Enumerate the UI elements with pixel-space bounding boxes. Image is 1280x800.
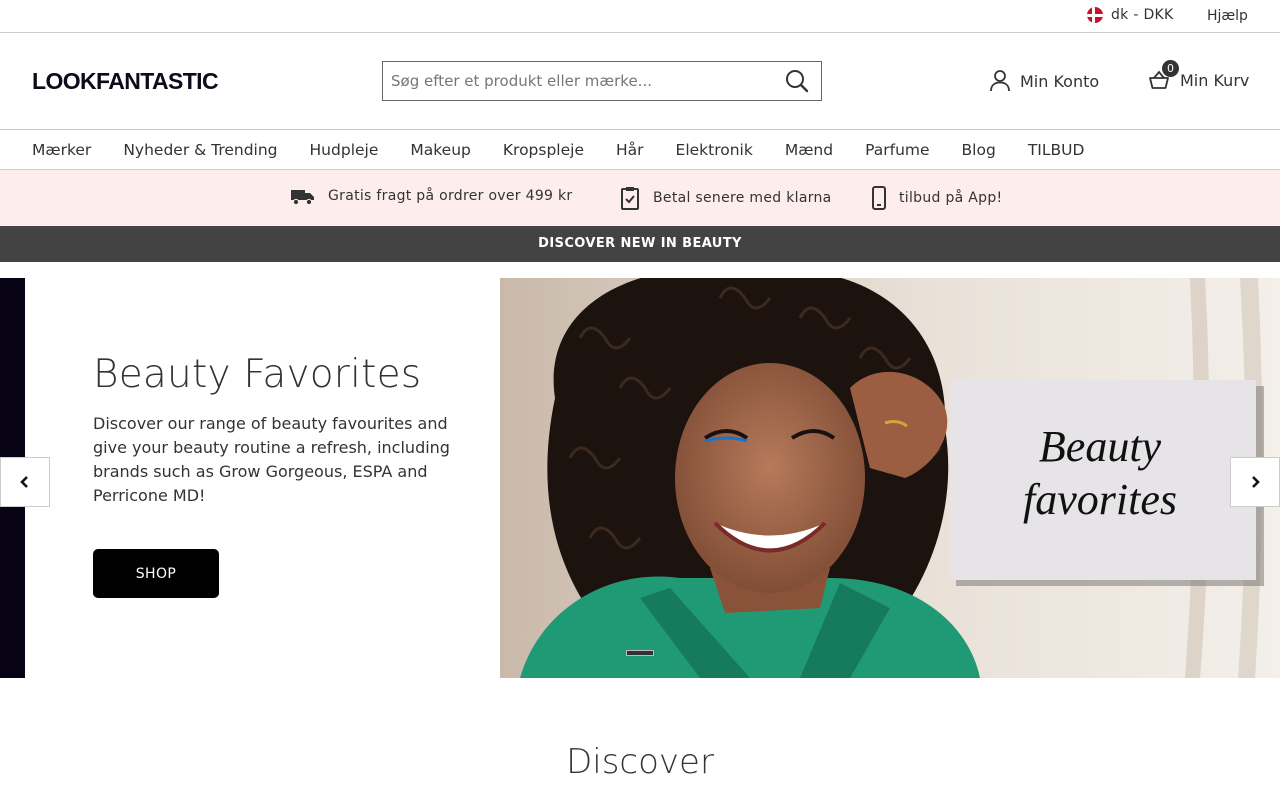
denmark-flag-icon (1087, 7, 1103, 23)
carousel-next-button[interactable] (1230, 457, 1280, 507)
search-icon (786, 70, 809, 93)
nav-item-haar[interactable]: Hår (600, 141, 660, 159)
search-bar (382, 61, 822, 101)
carousel-previous-button[interactable] (0, 457, 50, 507)
nav-item-nyheder-trending[interactable]: Nyheder & Trending (107, 141, 293, 159)
promo-free-shipping[interactable]: Gratis fragt på ordrer over 499 kr (291, 186, 572, 206)
site-logo[interactable]: LOOKFANTASTIC (32, 68, 219, 94)
account-link[interactable]: Min Konto (990, 70, 1099, 92)
user-icon (990, 70, 1010, 92)
hero-card-line1: Beauty (1039, 422, 1162, 471)
mobile-phone-icon (872, 186, 886, 210)
nav-item-makeup[interactable]: Makeup (394, 141, 487, 159)
locale-label: dk - DKK (1111, 7, 1174, 23)
nav-item-blog[interactable]: Blog (946, 141, 1012, 159)
main-navigation: Mærker Nyheder & Trending Hudpleje Makeu… (0, 130, 1280, 170)
chevron-right-icon (1252, 476, 1260, 488)
help-link[interactable]: Hjælp (1207, 8, 1248, 24)
nav-item-tilbud[interactable]: TILBUD (1012, 141, 1101, 159)
search-input[interactable] (383, 62, 773, 100)
nav-item-maerker[interactable]: Mærker (16, 141, 107, 159)
hero-card-line2: favorites (1023, 475, 1177, 524)
hero-carousel: Beauty Favorites Discover our range of b… (0, 278, 1280, 678)
clipboard-check-icon (620, 186, 640, 210)
nav-item-elektronik[interactable]: Elektronik (660, 141, 769, 159)
promo-app[interactable]: tilbud på App! (872, 186, 1002, 210)
promo-app-text: tilbud på App! (899, 190, 1003, 206)
hero-description: Discover our range of beauty favourites … (93, 414, 450, 505)
hero-title: Beauty Favorites (93, 352, 422, 397)
hero-image[interactable]: Beauty favorites (500, 278, 1280, 678)
basket-label: Min Kurv (1180, 70, 1250, 90)
search-button[interactable] (777, 62, 821, 100)
carousel-indicator[interactable] (626, 650, 654, 656)
nav-item-parfume[interactable]: Parfume (849, 141, 945, 159)
site-header: LOOKFANTASTIC Min Konto 0 Min Kurv (0, 33, 1280, 130)
account-label: Min Konto (1020, 71, 1100, 91)
promo-klarna-text: Betal senere med klarna (653, 190, 832, 206)
utility-bar: dk - DKK Hjælp (0, 0, 1280, 33)
shop-button[interactable]: SHOP (93, 549, 219, 598)
locale-selector[interactable]: dk - DKK (1087, 7, 1174, 23)
nav-item-kropspleje[interactable]: Kropspleje (487, 141, 600, 159)
discover-heading: Discover (566, 742, 714, 782)
basket-link[interactable]: 0 Min Kurv (1148, 60, 1250, 90)
nav-item-hudpleje[interactable]: Hudpleje (294, 141, 395, 159)
basket-count-badge: 0 (1162, 60, 1179, 77)
promo-strip: Gratis fragt på ordrer over 499 kr Betal… (0, 170, 1280, 226)
promo-klarna[interactable]: Betal senere med klarna (620, 186, 832, 210)
chevron-left-icon (20, 476, 28, 488)
nav-item-maend[interactable]: Mænd (769, 141, 849, 159)
announcement-banner[interactable]: DISCOVER NEW IN BEAUTY (0, 226, 1280, 262)
promo-free-shipping-text: Gratis fragt på ordrer over 499 kr (328, 188, 573, 204)
delivery-truck-icon (291, 186, 315, 206)
basket-icon: 0 (1148, 60, 1179, 90)
